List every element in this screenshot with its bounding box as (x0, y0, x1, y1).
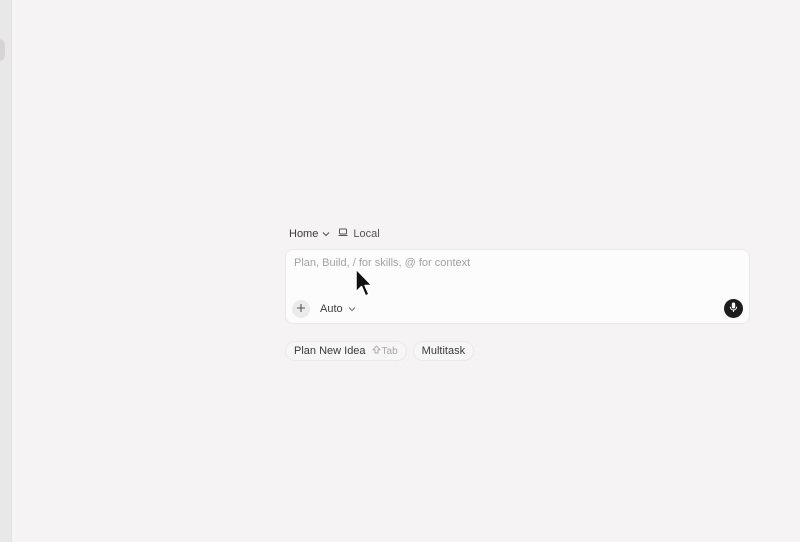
location-label: Local (353, 228, 380, 240)
laptop-icon (338, 228, 353, 240)
plus-icon (296, 300, 306, 318)
chip-label: Multitask (421, 345, 466, 357)
shift-icon (371, 345, 382, 357)
chevron-down-icon (348, 303, 356, 315)
suggestion-chips: Plan New Idea Tab Multitask (285, 341, 475, 361)
add-attachment-button[interactable] (292, 300, 310, 318)
sidebar-expand-handle[interactable] (0, 39, 5, 61)
prompt-box: Auto (285, 249, 750, 324)
microphone-icon (729, 300, 738, 318)
prompt-input[interactable] (294, 257, 714, 269)
voice-input-button[interactable] (724, 299, 743, 318)
chevron-down-icon (322, 228, 330, 240)
mode-dropdown[interactable]: Auto (320, 303, 356, 315)
composer-area: Home Local Auto (285, 226, 750, 324)
workspace-label: Home (289, 228, 319, 240)
sidebar-collapsed-strip (0, 0, 12, 542)
shortcut-hint: Tab (371, 345, 398, 357)
context-row: Home Local (285, 226, 750, 242)
location-selector[interactable]: Local (338, 228, 380, 240)
workspace-dropdown[interactable]: Home (289, 228, 330, 240)
chip-label: Plan New Idea (294, 345, 366, 357)
shortcut-key: Tab (381, 345, 398, 357)
chip-plan-new-idea[interactable]: Plan New Idea Tab (285, 341, 407, 361)
chip-multitask[interactable]: Multitask (412, 341, 475, 361)
mode-label: Auto (320, 303, 343, 315)
